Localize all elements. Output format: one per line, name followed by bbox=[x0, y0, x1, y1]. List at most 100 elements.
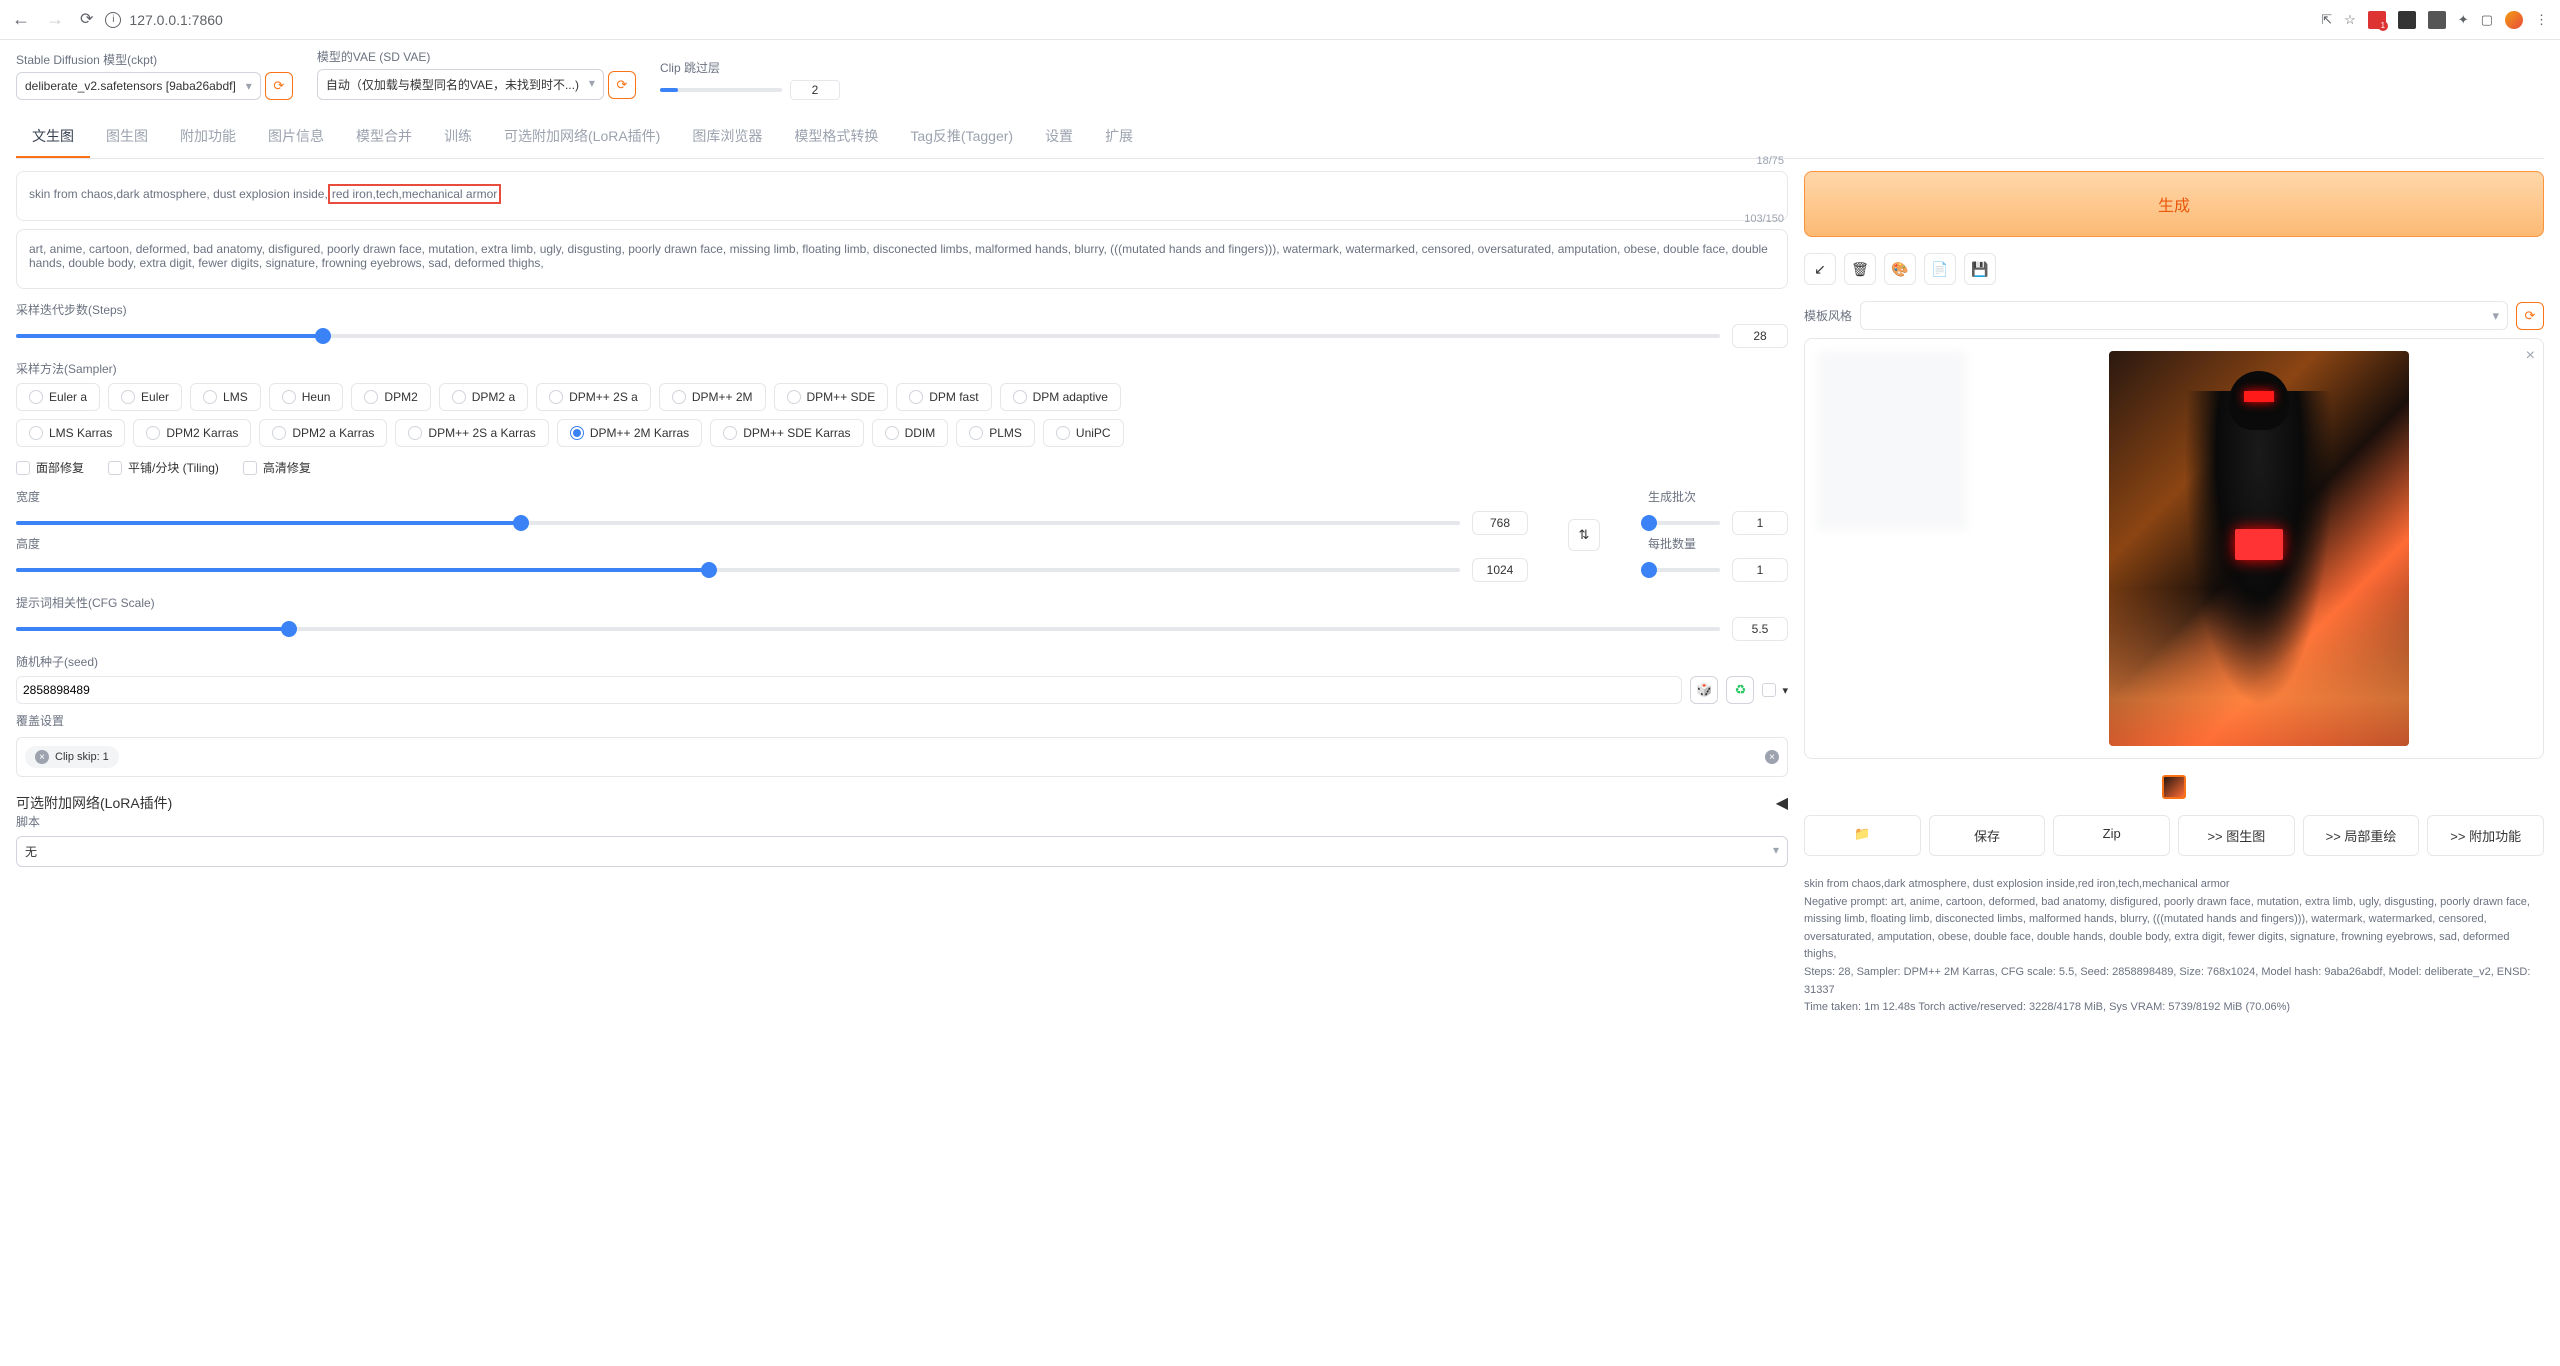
steps-slider[interactable] bbox=[16, 334, 1720, 338]
sampler-LMS[interactable]: LMS bbox=[190, 383, 261, 411]
batch-size-value[interactable]: 1 bbox=[1732, 558, 1788, 582]
tab-3[interactable]: 图片信息 bbox=[252, 116, 340, 158]
edit-button[interactable]: ↙ bbox=[1804, 253, 1836, 285]
script-select[interactable]: 无 bbox=[16, 836, 1788, 867]
forward-arrow[interactable]: → bbox=[46, 9, 64, 30]
generated-image[interactable] bbox=[2109, 351, 2409, 746]
sampler-Heun[interactable]: Heun bbox=[269, 383, 344, 411]
send-inpaint-button[interactable]: >> 局部重绘 bbox=[2303, 815, 2420, 856]
prompt-input[interactable]: skin from chaos,dark atmosphere, dust ex… bbox=[16, 171, 1788, 221]
sampler-DPM++-2S-a[interactable]: DPM++ 2S a bbox=[536, 383, 651, 411]
steps-label: 采样迭代步数(Steps) bbox=[16, 301, 1788, 318]
reload-icon[interactable]: ⟳ bbox=[80, 9, 93, 30]
refresh-template-button[interactable]: ⟳ bbox=[2516, 302, 2544, 330]
tab-10[interactable]: 设置 bbox=[1029, 116, 1089, 158]
extra-seed-checkbox[interactable]: ▾ bbox=[1762, 683, 1788, 697]
back-arrow[interactable]: ← bbox=[12, 9, 30, 30]
sampler-DPM-adaptive[interactable]: DPM adaptive bbox=[1000, 383, 1121, 411]
extension-icon-3[interactable] bbox=[2428, 11, 2446, 29]
refresh-checkpoint-button[interactable]: ⟳ bbox=[265, 72, 293, 100]
tab-4[interactable]: 模型合并 bbox=[340, 116, 428, 158]
zip-button[interactable]: Zip bbox=[2053, 815, 2170, 856]
cfg-value[interactable]: 5.5 bbox=[1732, 617, 1788, 641]
hires-checkbox[interactable]: 高清修复 bbox=[243, 459, 311, 476]
sampler-LMS-Karras[interactable]: LMS Karras bbox=[16, 419, 125, 447]
batch-count-slider[interactable] bbox=[1648, 521, 1720, 525]
folder-button[interactable]: 📁 bbox=[1804, 815, 1921, 856]
palette-button[interactable]: 🎨 bbox=[1884, 253, 1916, 285]
save-button[interactable]: 💾 bbox=[1964, 253, 1996, 285]
recycle-button[interactable]: ♻ bbox=[1726, 676, 1754, 704]
send-extras-button[interactable]: >> 附加功能 bbox=[2427, 815, 2544, 856]
tiling-checkbox[interactable]: 平铺/分块 (Tiling) bbox=[108, 459, 219, 476]
tab-11[interactable]: 扩展 bbox=[1089, 116, 1149, 158]
send-img2img-button[interactable]: >> 图生图 bbox=[2178, 815, 2295, 856]
tab-6[interactable]: 可选附加网络(LoRA插件) bbox=[488, 116, 676, 158]
width-value[interactable]: 768 bbox=[1472, 511, 1528, 535]
window-icon[interactable]: ▢ bbox=[2481, 12, 2493, 28]
clip-value[interactable]: 2 bbox=[790, 80, 840, 100]
batch-count-value[interactable]: 1 bbox=[1732, 511, 1788, 535]
checkpoint-select[interactable]: deliberate_v2.safetensors [9aba26abdf] bbox=[16, 72, 261, 100]
sampler-DPM-fast[interactable]: DPM fast bbox=[896, 383, 991, 411]
lora-toggle-icon[interactable]: ◀ bbox=[1776, 793, 1788, 813]
sampler-DPM++-SDE[interactable]: DPM++ SDE bbox=[774, 383, 889, 411]
sampler-DPM++-2M-Karras[interactable]: DPM++ 2M Karras bbox=[557, 419, 702, 447]
generate-button[interactable]: 生成 bbox=[1804, 171, 2544, 237]
extension-icon-2[interactable] bbox=[2398, 11, 2416, 29]
refresh-vae-button[interactable]: ⟳ bbox=[608, 71, 636, 99]
star-icon[interactable]: ☆ bbox=[2344, 12, 2356, 28]
file-button[interactable]: 📄 bbox=[1924, 253, 1956, 285]
tab-9[interactable]: Tag反推(Tagger) bbox=[894, 116, 1029, 158]
template-select[interactable] bbox=[1860, 301, 2508, 330]
height-label: 高度 bbox=[16, 535, 1528, 552]
tab-7[interactable]: 图库浏览器 bbox=[676, 116, 778, 158]
face-fix-checkbox[interactable]: 面部修复 bbox=[16, 459, 84, 476]
tab-2[interactable]: 附加功能 bbox=[164, 116, 252, 158]
clip-slider[interactable] bbox=[660, 88, 782, 92]
override-chip[interactable]: ×Clip skip: 1 bbox=[25, 746, 119, 768]
sampler-Euler[interactable]: Euler bbox=[108, 383, 182, 411]
remove-chip-icon[interactable]: × bbox=[35, 750, 49, 764]
info-icon[interactable]: i bbox=[105, 12, 121, 28]
height-value[interactable]: 1024 bbox=[1472, 558, 1528, 582]
sampler-UniPC[interactable]: UniPC bbox=[1043, 419, 1124, 447]
tab-1[interactable]: 图生图 bbox=[90, 116, 164, 158]
sampler-DPM2-a-Karras[interactable]: DPM2 a Karras bbox=[259, 419, 387, 447]
seed-input[interactable] bbox=[16, 676, 1682, 704]
tab-0[interactable]: 文生图 bbox=[16, 116, 90, 158]
width-slider[interactable] bbox=[16, 521, 1460, 525]
sampler-Euler-a[interactable]: Euler a bbox=[16, 383, 100, 411]
negative-prompt-input[interactable]: art, anime, cartoon, deformed, bad anato… bbox=[16, 229, 1788, 289]
swap-dimensions-button[interactable]: ⇅ bbox=[1568, 519, 1600, 551]
override-label: 覆盖设置 bbox=[16, 712, 1788, 729]
gallery-thumbnail[interactable] bbox=[2162, 775, 2186, 799]
height-slider[interactable] bbox=[16, 568, 1460, 572]
cfg-slider[interactable] bbox=[16, 627, 1720, 631]
sampler-row-1: Euler a Euler LMS HeunDPM2 DPM2 a DPM++ 2S a D… bbox=[16, 383, 1788, 411]
sampler-DPM++-SDE-Karras[interactable]: DPM++ SDE Karras bbox=[710, 419, 863, 447]
trash-button[interactable]: 🗑 bbox=[1844, 253, 1876, 285]
menu-icon[interactable]: ⋮ bbox=[2535, 12, 2548, 28]
sampler-DPM2-a[interactable]: DPM2 a bbox=[439, 383, 528, 411]
sampler-DPM2-Karras[interactable]: DPM2 Karras bbox=[133, 419, 251, 447]
save-image-button[interactable]: 保存 bbox=[1929, 815, 2046, 856]
profile-icon[interactable] bbox=[2505, 11, 2523, 29]
sampler-DDIM[interactable]: DDIM bbox=[872, 419, 949, 447]
tab-5[interactable]: 训练 bbox=[428, 116, 488, 158]
clear-overrides-icon[interactable]: × bbox=[1765, 750, 1779, 764]
batch-size-slider[interactable] bbox=[1648, 568, 1720, 572]
sampler-PLMS[interactable]: PLMS bbox=[956, 419, 1035, 447]
sampler-DPM++-2S-a-Karras[interactable]: DPM++ 2S a Karras bbox=[395, 419, 548, 447]
dice-button[interactable]: 🎲 bbox=[1690, 676, 1718, 704]
sampler-DPM2[interactable]: DPM2 bbox=[351, 383, 430, 411]
tab-8[interactable]: 模型格式转换 bbox=[778, 116, 894, 158]
extension-icon-1[interactable] bbox=[2368, 11, 2386, 29]
neg-prompt-counter: 103/150 bbox=[1744, 213, 1784, 225]
puzzle-icon[interactable]: ✦ bbox=[2458, 12, 2469, 28]
sampler-DPM++-2M[interactable]: DPM++ 2M bbox=[659, 383, 766, 411]
steps-value[interactable]: 28 bbox=[1732, 324, 1788, 348]
vae-select[interactable]: 自动（仅加载与模型同名的VAE，未找到时不...) bbox=[317, 69, 604, 100]
close-icon[interactable]: × bbox=[2526, 347, 2535, 365]
share-icon[interactable]: ⇱ bbox=[2321, 12, 2332, 28]
